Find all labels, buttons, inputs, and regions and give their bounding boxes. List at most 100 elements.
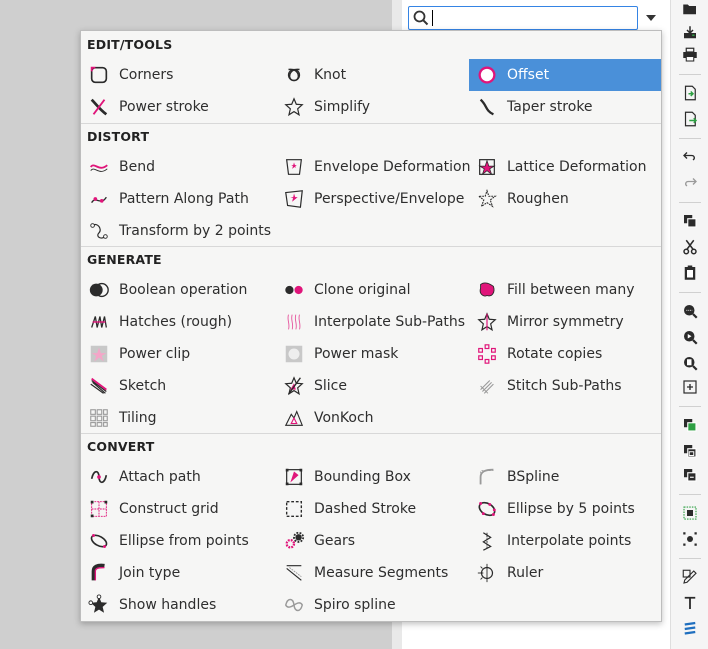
effect-item-slice[interactable]: Slice — [276, 370, 470, 402]
simplify-icon — [282, 95, 306, 119]
effect-item-bend[interactable]: Bend — [81, 151, 275, 183]
bounding-box-icon — [282, 465, 306, 489]
clone-original-icon — [282, 278, 306, 302]
effect-item-label: Ruler — [507, 565, 544, 581]
effect-item-label: Envelope Deformation — [314, 159, 471, 175]
ungroup-icon — [681, 530, 699, 552]
copy-button[interactable] — [679, 212, 701, 234]
dropdown-toggle[interactable] — [640, 6, 662, 30]
search-box[interactable] — [408, 6, 638, 30]
effect-item-envelope-deformation[interactable]: Envelope Deformation — [276, 151, 470, 183]
effect-item-mirror-symmetry[interactable]: Mirror symmetry — [469, 306, 661, 338]
effect-item-vonkoch[interactable]: VonKoch — [276, 402, 470, 434]
open-button[interactable] — [679, 0, 701, 22]
effect-item-ruler[interactable]: Ruler — [469, 557, 661, 589]
effect-item-tiling[interactable]: Tiling — [81, 402, 275, 434]
effect-item-interpolate-points[interactable]: Interpolate points — [469, 525, 661, 557]
redo-button[interactable] — [679, 174, 701, 196]
layers-button[interactable] — [679, 620, 701, 642]
fill-stroke-button[interactable] — [679, 568, 701, 590]
effect-item-power-mask[interactable]: Power mask — [276, 338, 470, 370]
zoom-drawing-button[interactable] — [679, 328, 701, 350]
ungroup-button[interactable] — [679, 530, 701, 552]
effect-item-transform-by-2-points[interactable]: Transform by 2 points — [81, 215, 275, 247]
effect-item-pattern-along-path[interactable]: Pattern Along Path — [81, 183, 275, 215]
effect-item-stitch-sub-paths[interactable]: Stitch Sub-Paths — [469, 370, 661, 402]
category-divider — [81, 123, 661, 124]
effect-item-join-type[interactable]: Join type — [81, 557, 275, 589]
interpolate-subpaths-icon — [282, 310, 306, 334]
effect-item-measure-segments[interactable]: Measure Segments — [276, 557, 470, 589]
effect-item-clone-original[interactable]: Clone original — [276, 274, 470, 306]
attach-path-icon — [87, 465, 111, 489]
print-button[interactable] — [679, 46, 701, 68]
effect-item-show-handles[interactable]: Show handles — [81, 589, 275, 621]
envelope-deformation-icon — [282, 155, 306, 179]
effect-item-sketch[interactable]: Sketch — [81, 370, 275, 402]
layers-icon — [681, 620, 699, 642]
fill-stroke-icon — [681, 568, 699, 590]
import-button[interactable] — [679, 84, 701, 106]
zoom-center-button[interactable] — [679, 378, 701, 400]
effect-item-roughen[interactable]: Roughen — [469, 183, 661, 215]
duplicate-button[interactable] — [679, 416, 701, 438]
effect-item-perspective-envelope[interactable]: Perspective/Envelope — [276, 183, 470, 215]
effect-item-ellipse-from-points[interactable]: Ellipse from points — [81, 525, 275, 557]
zoom-selection-button[interactable] — [679, 302, 701, 324]
spiro-spline-icon — [282, 593, 306, 617]
effect-item-bspline[interactable]: BSpline — [469, 461, 661, 493]
save-button[interactable] — [679, 24, 701, 46]
chevron-down-icon — [645, 10, 657, 26]
effect-item-knot[interactable]: Knot — [276, 59, 470, 91]
power-clip-icon — [87, 342, 111, 366]
effect-item-simplify[interactable]: Simplify — [276, 91, 470, 123]
export-icon — [681, 110, 699, 132]
effect-item-attach-path[interactable]: Attach path — [81, 461, 275, 493]
effect-item-interpolate-sub-paths[interactable]: Interpolate Sub-Paths — [276, 306, 470, 338]
effect-item-gears[interactable]: Gears — [276, 525, 470, 557]
effect-item-label: Tiling — [119, 410, 157, 426]
category-divider — [81, 433, 661, 434]
effect-item-fill-between-many[interactable]: Fill between many — [469, 274, 661, 306]
save-icon — [681, 24, 699, 46]
undo-button[interactable] — [679, 148, 701, 170]
effect-item-taper-stroke[interactable]: Taper stroke — [469, 91, 661, 123]
construct-grid-icon — [87, 497, 111, 521]
print-icon — [681, 46, 699, 68]
cut-button[interactable] — [679, 238, 701, 260]
effect-item-dashed-stroke[interactable]: Dashed Stroke — [276, 493, 470, 525]
effect-item-power-clip[interactable]: Power clip — [81, 338, 275, 370]
effect-item-ellipse-by-5-points[interactable]: Ellipse by 5 points — [469, 493, 661, 525]
search-icon — [413, 10, 429, 30]
effect-item-boolean-operation[interactable]: Boolean operation — [81, 274, 275, 306]
search-input[interactable] — [431, 9, 631, 27]
paste-button[interactable] — [679, 264, 701, 286]
unlink-clone-icon — [681, 466, 699, 488]
export-button[interactable] — [679, 110, 701, 132]
effect-item-power-stroke[interactable]: Power stroke — [81, 91, 275, 123]
zoom-page-button[interactable] — [679, 354, 701, 376]
toolbar-separator — [679, 558, 701, 559]
text-font-button[interactable] — [679, 594, 701, 616]
effect-item-offset[interactable]: Offset — [469, 59, 661, 91]
sketch-icon — [87, 374, 111, 398]
clone-button[interactable] — [679, 442, 701, 464]
group-button[interactable] — [679, 504, 701, 526]
unlink-clone-button[interactable] — [679, 466, 701, 488]
effect-item-bounding-box[interactable]: Bounding Box — [276, 461, 470, 493]
effect-item-rotate-copies[interactable]: Rotate copies — [469, 338, 661, 370]
effect-item-label: Stitch Sub-Paths — [507, 378, 622, 394]
effect-item-label: Fill between many — [507, 282, 635, 298]
roughen-icon — [475, 187, 499, 211]
effect-item-hatches-rough[interactable]: Hatches (rough) — [81, 306, 275, 338]
effect-item-construct-grid[interactable]: Construct grid — [81, 493, 275, 525]
effect-item-label: Taper stroke — [507, 99, 593, 115]
effect-item-label: Simplify — [314, 99, 371, 115]
effect-item-label: Power mask — [314, 346, 399, 362]
effect-item-label: Interpolate points — [507, 533, 632, 549]
effect-item-lattice-deformation[interactable]: Lattice Deformation — [469, 151, 661, 183]
effect-item-spiro-spline[interactable]: Spiro spline — [276, 589, 470, 621]
effect-item-corners[interactable]: Corners — [81, 59, 275, 91]
show-handles-icon — [87, 593, 111, 617]
effect-item-label: Construct grid — [119, 501, 219, 517]
